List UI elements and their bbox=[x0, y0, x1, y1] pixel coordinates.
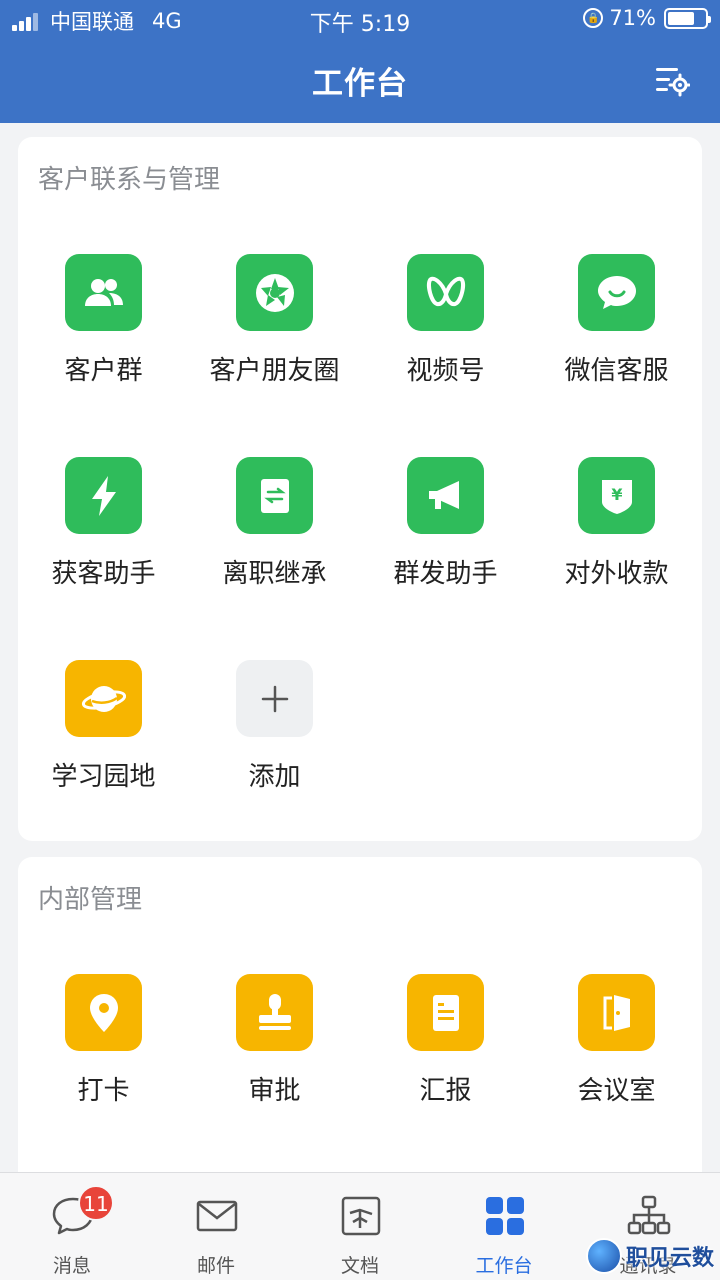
megaphone-icon bbox=[407, 457, 484, 534]
app-label: 学习园地 bbox=[51, 762, 156, 792]
internal-section: 内部管理 打卡 审批 汇报 会议室 bbox=[18, 857, 702, 1187]
battery-percent: 71% bbox=[609, 6, 656, 30]
planet-icon bbox=[65, 660, 142, 737]
chat-bubble-icon bbox=[578, 254, 655, 331]
app-report[interactable]: 汇报 bbox=[360, 974, 531, 1124]
app-label: 汇报 bbox=[419, 1076, 472, 1106]
app-label: 打卡 bbox=[77, 1076, 130, 1106]
globe-icon bbox=[585, 1238, 622, 1274]
app-label: 客户群 bbox=[64, 356, 143, 386]
app-acquisition-assistant[interactable]: 获客助手 bbox=[18, 457, 189, 607]
app-label: 添加 bbox=[248, 762, 301, 792]
watermark-text: 职见云数 bbox=[625, 1246, 714, 1271]
app-label: 审批 bbox=[248, 1076, 301, 1106]
app-label: 客户朋友圈 bbox=[209, 356, 340, 386]
location-pin-icon bbox=[65, 974, 142, 1051]
app-label: 微信客服 bbox=[564, 356, 669, 386]
app-label: 对外收款 bbox=[564, 559, 669, 589]
unread-badge: 11 bbox=[78, 1185, 114, 1221]
transfer-doc-icon bbox=[236, 457, 313, 534]
watermark-logo: 职见云数 bbox=[585, 1236, 714, 1276]
app-customer-moments[interactable]: 客户朋友圈 bbox=[189, 254, 360, 404]
customer-section: 客户联系与管理 客户群 客户朋友圈 视频号 微信客服 获客助手 离职继承 群发助… bbox=[18, 137, 702, 841]
plus-icon bbox=[236, 660, 313, 737]
tab-messages[interactable]: 11 消息 bbox=[0, 1173, 144, 1280]
add-app-button[interactable]: 添加 bbox=[189, 660, 360, 810]
rotation-lock-icon: 🔒 bbox=[583, 8, 604, 28]
people-icon bbox=[65, 254, 142, 331]
app-broadcast-assistant[interactable]: 群发助手 bbox=[360, 457, 531, 607]
status-bar: 中国联通 4G 下午 5:19 🔒 71% bbox=[0, 0, 720, 40]
tab-label: 文档 bbox=[340, 1255, 379, 1277]
status-right: 🔒 71% bbox=[583, 6, 711, 30]
section-title: 内部管理 bbox=[38, 885, 143, 915]
aperture-icon bbox=[236, 254, 313, 331]
app-check-in[interactable]: 打卡 bbox=[18, 974, 189, 1124]
battery-icon bbox=[664, 7, 711, 29]
app-approval[interactable]: 审批 bbox=[189, 974, 360, 1124]
app-wechat-service[interactable]: 微信客服 bbox=[531, 254, 702, 404]
app-external-payment[interactable]: ¥ 对外收款 bbox=[531, 457, 702, 607]
app-customer-group[interactable]: 客户群 bbox=[18, 254, 189, 404]
tab-label: 消息 bbox=[52, 1255, 91, 1277]
document-icon bbox=[338, 1193, 384, 1239]
app-label: 获客助手 bbox=[51, 559, 156, 589]
app-channels[interactable]: 视频号 bbox=[360, 254, 531, 404]
report-doc-icon bbox=[407, 974, 484, 1051]
grid-icon bbox=[482, 1193, 528, 1239]
door-icon bbox=[578, 974, 655, 1051]
app-learning-garden[interactable]: 学习园地 bbox=[18, 660, 189, 810]
tab-label: 工作台 bbox=[475, 1255, 533, 1277]
org-chart-icon bbox=[626, 1193, 672, 1239]
app-resignation-inherit[interactable]: 离职继承 bbox=[189, 457, 360, 607]
section-title: 客户联系与管理 bbox=[38, 165, 221, 195]
mail-icon bbox=[194, 1193, 240, 1239]
lightning-icon bbox=[65, 457, 142, 534]
page-title: 工作台 bbox=[312, 66, 408, 102]
butterfly-icon bbox=[407, 254, 484, 331]
app-label: 群发助手 bbox=[393, 559, 498, 589]
app-label: 离职继承 bbox=[222, 559, 327, 589]
stamp-icon bbox=[236, 974, 313, 1051]
tab-workbench[interactable]: 工作台 bbox=[432, 1173, 576, 1280]
app-label: 视频号 bbox=[406, 356, 485, 386]
app-meeting-room[interactable]: 会议室 bbox=[531, 974, 702, 1124]
svg-text:¥: ¥ bbox=[611, 485, 622, 504]
list-settings-icon[interactable] bbox=[654, 62, 691, 98]
tab-label: 邮件 bbox=[196, 1255, 235, 1277]
top-header: 中国联通 4G 下午 5:19 🔒 71% 工作台 bbox=[0, 0, 720, 123]
tab-mail[interactable]: 邮件 bbox=[144, 1173, 288, 1280]
tab-documents[interactable]: 文档 bbox=[288, 1173, 432, 1280]
app-label: 会议室 bbox=[577, 1076, 656, 1106]
yuan-shield-icon: ¥ bbox=[578, 457, 655, 534]
